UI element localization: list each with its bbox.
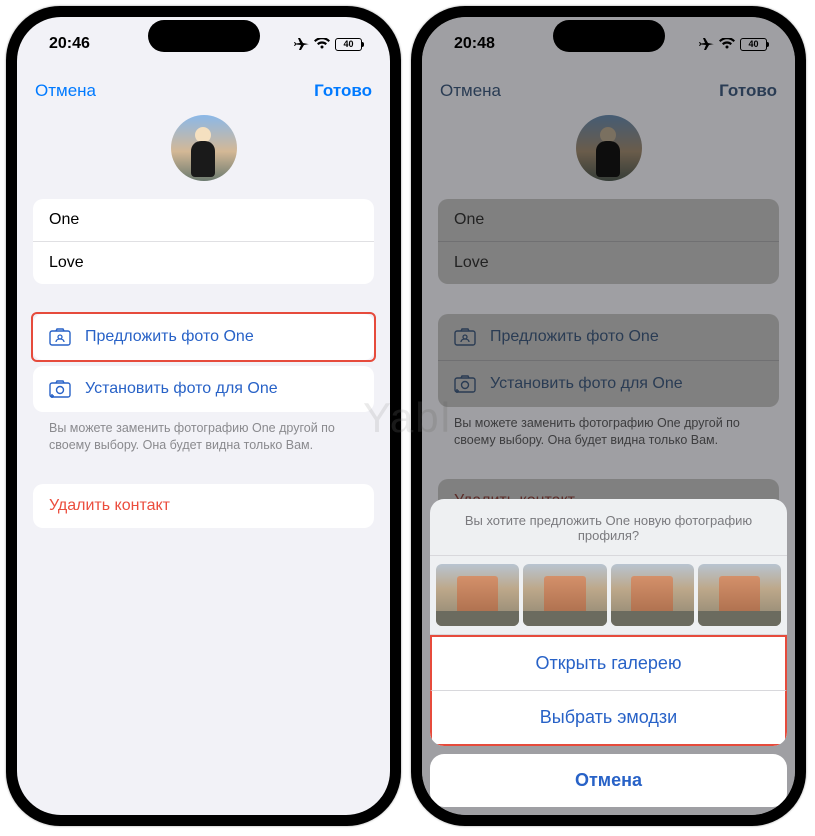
photo-actions-group: Предложить фото One — [33, 314, 374, 360]
suggest-photo-row[interactable]: Предложить фото One — [33, 314, 374, 360]
camera-person-icon — [49, 327, 71, 347]
first-name-field[interactable]: One — [33, 199, 374, 242]
photo-thumbnail[interactable] — [523, 564, 606, 626]
airplane-icon — [293, 36, 309, 52]
photo-thumbnail[interactable] — [611, 564, 694, 626]
delete-group: Удалить контакт — [33, 484, 374, 528]
photo-hint-text: Вы можете заменить фотографию One другой… — [33, 412, 374, 454]
action-sheet-title: Вы хотите предложить One новую фотографи… — [430, 499, 787, 556]
battery-icon: 40 — [335, 38, 362, 51]
avatar-container — [17, 111, 390, 199]
open-gallery-button[interactable]: Открыть галерею — [430, 635, 787, 691]
screen-left: 20:46 40 Отмена Готово — [17, 17, 390, 815]
photo-thumbnails-row — [430, 556, 787, 635]
status-icons: 40 — [293, 36, 362, 52]
set-photo-group: Установить фото для One — [33, 366, 374, 412]
highlight-suggest-photo: Предложить фото One — [31, 312, 376, 362]
last-name-field[interactable]: Love — [33, 242, 374, 284]
camera-plus-icon — [49, 379, 71, 399]
contact-avatar[interactable] — [171, 115, 237, 181]
sheet-cancel-button[interactable]: Отмена — [430, 754, 787, 807]
nav-bar: Отмена Готово — [17, 71, 390, 111]
done-button[interactable]: Готово — [314, 81, 372, 101]
screen-right: 20:48 40 Отмена Готово — [422, 17, 795, 815]
dynamic-island — [148, 20, 260, 52]
wifi-icon — [314, 38, 330, 50]
suggest-photo-label: Предложить фото One — [85, 328, 254, 346]
phone-right: 20:48 40 Отмена Готово — [411, 6, 806, 826]
action-sheet: Вы хотите предложить One новую фотографи… — [422, 499, 795, 815]
photo-thumbnail[interactable] — [698, 564, 781, 626]
status-time: 20:46 — [49, 35, 90, 53]
action-sheet-card: Вы хотите предложить One новую фотографи… — [430, 499, 787, 746]
cancel-button[interactable]: Отмена — [35, 81, 96, 101]
content: One Love Предложить фото One — [17, 199, 390, 528]
delete-contact-row[interactable]: Удалить контакт — [33, 484, 374, 528]
phone-left: 20:46 40 Отмена Готово — [6, 6, 401, 826]
phone-pair: 20:46 40 Отмена Готово — [0, 0, 815, 832]
dynamic-island — [553, 20, 665, 52]
set-photo-row[interactable]: Установить фото для One — [33, 366, 374, 412]
name-fields-group: One Love — [33, 199, 374, 284]
set-photo-label: Установить фото для One — [85, 380, 278, 398]
photo-thumbnail[interactable] — [436, 564, 519, 626]
choose-emoji-button[interactable]: Выбрать эмодзи — [430, 691, 787, 746]
